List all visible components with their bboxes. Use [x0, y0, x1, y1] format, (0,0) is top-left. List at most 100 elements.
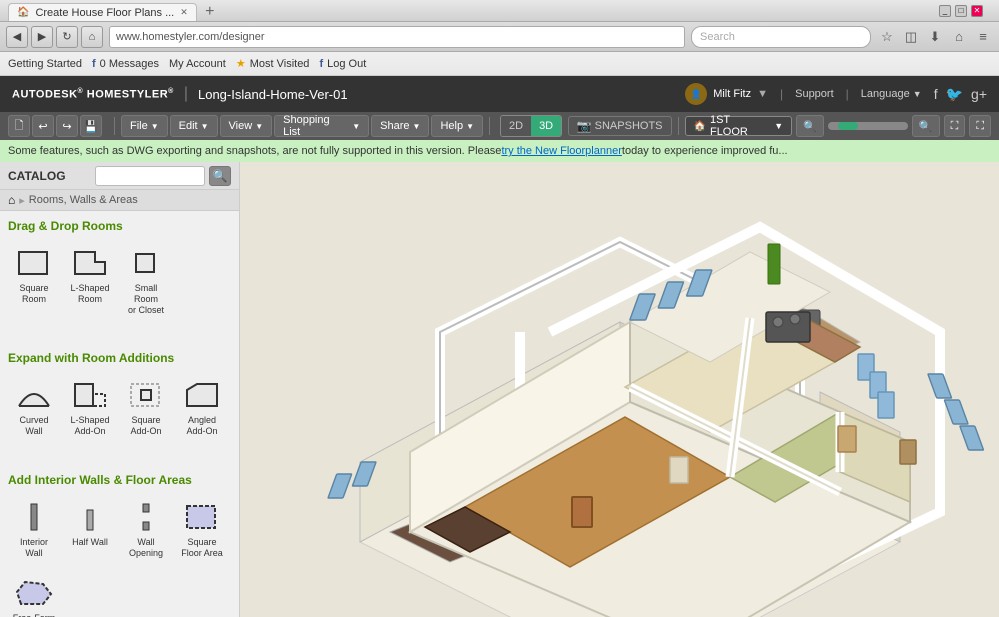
bookmark-star-icon[interactable]: ☆ [877, 27, 897, 47]
floorplan-area [240, 162, 999, 617]
catalog-item-angled-addon[interactable]: AngledAdd-On [176, 373, 228, 441]
catalog-search-input[interactable] [95, 166, 205, 186]
zoom-slider[interactable] [828, 122, 908, 130]
back-button[interactable]: ◀ [6, 26, 28, 48]
reader-mode-icon[interactable]: ◫ [901, 27, 921, 47]
twitter-social-icon[interactable]: 🐦 [946, 86, 963, 103]
project-name: Long-Island-Home-Ver-01 [198, 87, 348, 102]
bookmark-most-visited[interactable]: ★ Most Visited [236, 57, 310, 70]
browser-tabs: 🏠 Create House Floor Plans ... ✕ + [8, 0, 939, 21]
section-title-additions: Expand with Room Additions [8, 351, 231, 365]
catalog-search-button[interactable]: 🔍 [209, 166, 231, 186]
catalog-item-square-floor[interactable]: SquareFloor Area [176, 495, 228, 563]
refresh-button[interactable]: ↻ [56, 26, 78, 48]
browser-home-icon[interactable]: ⌂ [949, 27, 969, 47]
square-addon-label: SquareAdd-On [130, 415, 161, 437]
view-toggle: 2D 3D [500, 115, 562, 137]
zoom-out-button[interactable]: 🔍 [796, 115, 824, 137]
nav-home-icon[interactable]: ⌂ [8, 193, 15, 207]
app-header-right: 👤 Milt Fitz ▼ | Support | Language ▼ f 🐦… [685, 83, 987, 105]
bookmark-my-account[interactable]: My Account [169, 58, 226, 70]
half-wall-icon [68, 499, 112, 535]
bookmark-logout[interactable]: f Log Out [319, 58, 366, 70]
new-floorplanner-link[interactable]: try the New Floorplanner [501, 145, 621, 157]
toolbar: 🗋 ↩ ↪ 💾 File ▼ Edit ▼ View ▼ Shopping Li… [0, 112, 999, 140]
language-dropdown[interactable]: Language ▼ [861, 88, 922, 100]
close-button[interactable]: ✕ [971, 5, 983, 17]
new-tab-button[interactable]: + [201, 3, 219, 21]
floorplan-svg [240, 162, 999, 617]
catalog-item-wall-opening[interactable]: WallOpening [120, 495, 172, 563]
fullscreen-button[interactable]: ⛶ [969, 115, 991, 137]
bookmarks-bar: Getting Started f 0 Messages My Account … [0, 52, 999, 76]
catalog-item-half-wall[interactable]: Half Wall [64, 495, 116, 563]
catalog-item-square-addon[interactable]: SquareAdd-On [120, 373, 172, 441]
info-bar: Some features, such as DWG exporting and… [0, 140, 999, 162]
lshaped-room-icon [68, 245, 112, 281]
section-interior-walls: Add Interior Walls & Floor Areas Interio… [0, 465, 239, 617]
browser-icons: ☆ ◫ ⬇ ⌂ ≡ [877, 27, 993, 47]
view-menu[interactable]: View ▼ [220, 115, 273, 137]
catalog-search: 🔍 [95, 166, 231, 186]
window-controls: _ □ ✕ [939, 5, 983, 17]
bookmark-label: Log Out [327, 58, 366, 70]
catalog-item-freeform-floor[interactable]: Free-FormFloor Area [8, 571, 60, 617]
maximize-button[interactable]: □ [955, 5, 967, 17]
fit-screen-button[interactable]: ⛶ [944, 115, 966, 137]
toolbar-separator-3 [678, 117, 679, 135]
catalog-item-lshaped-room[interactable]: L-ShapedRoom [64, 241, 116, 319]
angled-addon-icon [180, 377, 224, 413]
address-bar[interactable]: www.homestyler.com/designer [109, 26, 685, 48]
zoom-in-button[interactable]: 🔍 [912, 115, 940, 137]
catalog-item-square-room[interactable]: SquareRoom [8, 241, 60, 319]
snapshots-button[interactable]: 📷 SNAPSHOTS [568, 116, 672, 136]
zoom-handle [838, 122, 858, 130]
user-name: Milt Fitz [713, 88, 751, 100]
catalog-item-small-room[interactable]: Small Roomor Closet [120, 241, 172, 319]
forward-button[interactable]: ▶ [31, 26, 53, 48]
bookmark-messages[interactable]: f 0 Messages [92, 58, 159, 70]
floor-indicator[interactable]: 🏠 1ST FLOOR ▼ [685, 116, 793, 136]
support-link[interactable]: Support [795, 88, 834, 100]
edit-menu[interactable]: Edit ▼ [170, 115, 218, 137]
user-caret[interactable]: ▼ [757, 88, 768, 100]
view-2d-button[interactable]: 2D [501, 116, 531, 136]
search-bar[interactable]: Search [691, 26, 871, 48]
catalog-item-curved-wall[interactable]: Curved Wall [8, 373, 60, 441]
toolbar-save-button[interactable]: 💾 [80, 115, 102, 137]
url-text: www.homestyler.com/designer [116, 31, 265, 43]
app-logo: AUTODESK® HOMESTYLER® [12, 88, 174, 101]
googleplus-social-icon[interactable]: g+ [971, 86, 987, 102]
wall-opening-label: WallOpening [129, 537, 163, 559]
search-placeholder: Search [700, 31, 735, 43]
interior-wall-label: InteriorWall [20, 537, 48, 559]
shopping-list-menu[interactable]: Shopping List ▼ [274, 115, 369, 137]
bookmark-label: Most Visited [250, 58, 310, 70]
file-menu[interactable]: File ▼ [121, 115, 168, 137]
interior-items-grid: InteriorWall Half Wall [8, 495, 231, 563]
small-room-label: Small Roomor Closet [122, 283, 170, 315]
share-menu[interactable]: Share ▼ [371, 115, 429, 137]
help-menu[interactable]: Help ▼ [431, 115, 483, 137]
download-icon[interactable]: ⬇ [925, 27, 945, 47]
facebook-social-icon[interactable]: f [934, 86, 938, 102]
breadcrumb-text: Rooms, Walls & Areas [29, 194, 138, 206]
catalog-item-interior-wall[interactable]: InteriorWall [8, 495, 60, 563]
menu-icon[interactable]: ≡ [973, 27, 993, 47]
catalog-item-lshaped-addon[interactable]: L-ShapedAdd-On [64, 373, 116, 441]
freeform-floor-icon [12, 575, 56, 611]
toolbar-file-icon-1[interactable]: 🗋 [8, 115, 30, 137]
bookmark-label: 0 Messages [100, 58, 159, 70]
browser-tab-active[interactable]: 🏠 Create House Floor Plans ... ✕ [8, 3, 197, 21]
toolbar-redo-button[interactable]: ↪ [56, 115, 78, 137]
tab-close-button[interactable]: ✕ [180, 7, 188, 18]
minimize-button[interactable]: _ [939, 5, 951, 17]
toolbar-undo-button[interactable]: ↩ [32, 115, 54, 137]
bookmark-getting-started[interactable]: Getting Started [8, 58, 82, 70]
freeform-items-grid: Free-FormFloor Area [8, 571, 231, 617]
home-button[interactable]: ⌂ [81, 26, 103, 48]
view-3d-button[interactable]: 3D [531, 116, 561, 136]
nav-breadcrumb: ⌂ ▸ Rooms, Walls & Areas [0, 190, 239, 211]
small-room-icon [124, 245, 168, 281]
browser-titlebar: 🏠 Create House Floor Plans ... ✕ + _ □ ✕ [0, 0, 999, 22]
